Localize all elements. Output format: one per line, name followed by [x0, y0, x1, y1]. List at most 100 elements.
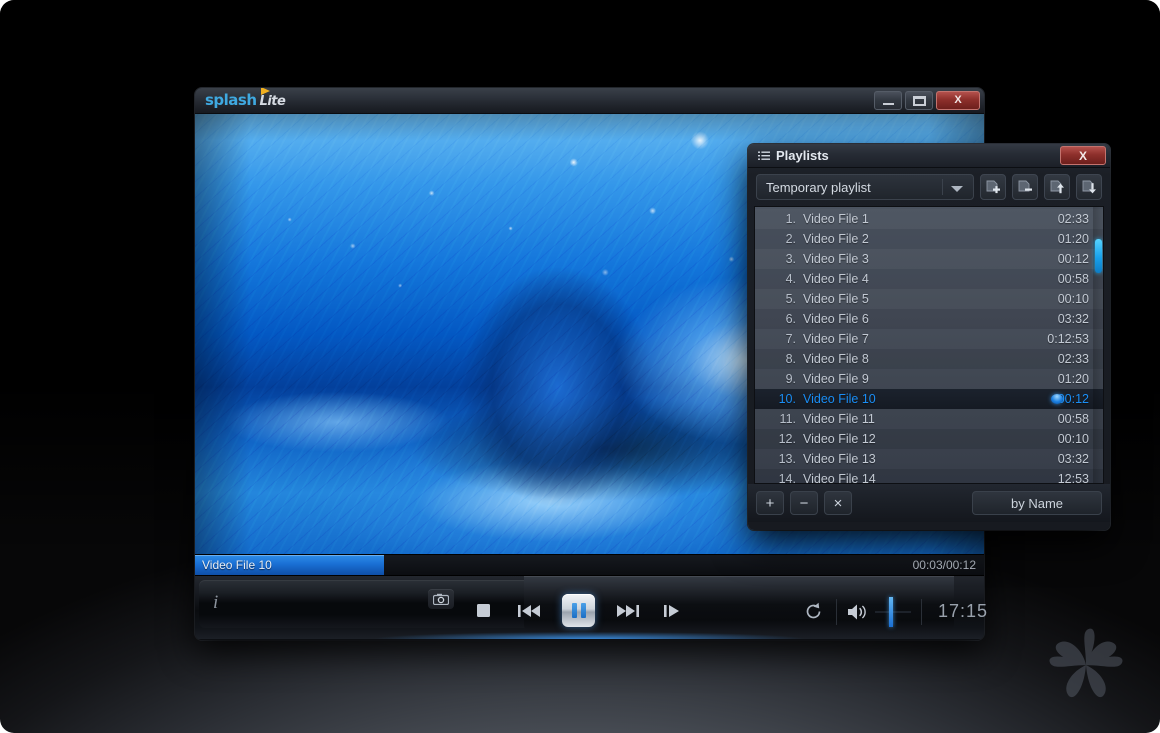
table-row[interactable]: 1. Video File 1 02:33	[755, 209, 1103, 229]
new-playlist-button[interactable]	[980, 174, 1006, 200]
table-row[interactable]: 9. Video File 9 01:20	[755, 369, 1103, 389]
pause-bar-left	[571, 603, 577, 618]
add-item-button[interactable]: +	[756, 491, 784, 515]
table-row[interactable]: 13. Video File 13 03:32	[755, 449, 1103, 469]
next-icon	[617, 604, 639, 617]
row-index: 13.	[778, 452, 796, 466]
table-row[interactable]: 11. Video File 11 00:58	[755, 409, 1103, 429]
info-button[interactable]: i	[213, 592, 218, 614]
player-titlebar[interactable]: splash Lite X	[195, 88, 984, 114]
splash-logo: splash Lite	[205, 88, 286, 109]
table-row[interactable]: 5. Video File 5 00:10	[755, 289, 1103, 309]
previous-icon	[518, 604, 540, 617]
stop-icon	[476, 604, 490, 617]
table-row[interactable]: 4. Video File 4 00:58	[755, 269, 1103, 289]
row-index: 12.	[778, 432, 796, 446]
clear-list-button[interactable]: ×	[824, 491, 852, 515]
logo-edition: Lite	[259, 94, 286, 109]
row-index: 10.	[778, 392, 796, 406]
row-index: 3.	[785, 252, 796, 266]
row-title: Video File 14	[803, 472, 876, 484]
table-row[interactable]: 6. Video File 6 03:32	[755, 309, 1103, 329]
logo-brand: splash	[205, 91, 257, 109]
close-button[interactable]: X	[936, 91, 980, 110]
playlist-select[interactable]: Temporary playlist	[756, 174, 974, 200]
page-minus-icon	[1018, 180, 1032, 191]
row-index: 7.	[785, 332, 796, 346]
playlist-scrollbar-thumb[interactable]	[1095, 239, 1102, 273]
playlist-rows: 1. Video File 1 02:33 2. Video File 2 01:20 3.…	[755, 209, 1103, 484]
table-row[interactable]: 8. Video File 8 02:33	[755, 349, 1103, 369]
table-row[interactable]: 7. Video File 7 0:12:53	[755, 329, 1103, 349]
repeat-button[interactable]	[800, 599, 826, 625]
divider	[942, 179, 943, 195]
volume-icon	[848, 604, 866, 619]
divider	[921, 598, 922, 625]
frame-step-icon	[664, 604, 679, 617]
row-title: Video File 7	[803, 332, 869, 346]
now-playing-title: Video File 10	[202, 558, 272, 572]
playlist-scrollbar[interactable]	[1093, 207, 1103, 483]
volume-slider[interactable]	[875, 596, 911, 627]
row-title: Video File 10	[803, 392, 876, 406]
minimize-button[interactable]	[874, 91, 902, 110]
stop-button[interactable]	[470, 598, 496, 624]
playlists-list-icon	[758, 151, 770, 162]
now-playing-indicator-icon	[1051, 394, 1063, 404]
snapshot-button[interactable]	[428, 589, 454, 609]
transport-controls	[470, 594, 687, 627]
row-title: Video File 11	[803, 412, 875, 426]
row-title: Video File 1	[803, 212, 869, 226]
playlists-title: Playlists	[776, 148, 829, 163]
time-display: 00:03/00:12	[912, 558, 976, 572]
page-plus-icon	[986, 180, 1000, 193]
table-row[interactable]: 14. Video File 14 12:53	[755, 469, 1103, 484]
load-playlist-button[interactable]	[1044, 174, 1070, 200]
table-row[interactable]: 2. Video File 2 01:20	[755, 229, 1103, 249]
save-playlist-button[interactable]	[1076, 174, 1102, 200]
playlists-footer: + − × by Name	[748, 484, 1110, 522]
maximize-button[interactable]	[905, 91, 933, 110]
row-title: Video File 13	[803, 452, 876, 466]
divider	[836, 598, 837, 625]
row-index: 6.	[785, 312, 796, 326]
playlists-window: Playlists X Temporary playlist 1. Video …	[748, 144, 1110, 530]
delete-playlist-button[interactable]	[1012, 174, 1038, 200]
table-row[interactable]: 10. Video File 10 00:12	[755, 389, 1103, 409]
playlist-list[interactable]: 1. Video File 1 02:33 2. Video File 2 01:20 3.…	[754, 206, 1104, 484]
maximize-icon	[912, 95, 926, 106]
row-title: Video File 5	[803, 292, 869, 306]
row-index: 2.	[785, 232, 796, 246]
page-down-icon	[1082, 180, 1096, 193]
playlists-close-button[interactable]: X	[1060, 146, 1106, 165]
page-up-icon	[1050, 180, 1064, 193]
play-triangle-icon	[261, 88, 270, 95]
previous-button[interactable]	[516, 598, 542, 624]
row-index: 5.	[785, 292, 796, 306]
repeat-icon	[806, 602, 820, 619]
seek-bar[interactable]: Video File 10 00:03/00:12	[195, 554, 984, 576]
row-index: 14.	[778, 472, 796, 484]
row-title: Video File 3	[803, 252, 869, 266]
frame-step-button[interactable]	[661, 598, 687, 624]
volume-thumb[interactable]	[889, 596, 893, 627]
row-index: 4.	[785, 272, 796, 286]
pause-button[interactable]	[562, 594, 595, 627]
table-row[interactable]: 3. Video File 3 00:12	[755, 249, 1103, 269]
remove-item-button[interactable]: −	[790, 491, 818, 515]
camera-icon	[433, 593, 449, 605]
next-button[interactable]	[615, 598, 641, 624]
playlists-toolbar: Temporary playlist	[748, 168, 1110, 206]
row-title: Video File 2	[803, 232, 869, 246]
window-buttons: X	[874, 91, 980, 110]
list-icon	[758, 151, 770, 160]
clock-display: 17:15	[938, 601, 989, 621]
pause-bar-right	[580, 603, 586, 618]
sort-by-name-button[interactable]: by Name	[972, 491, 1102, 515]
row-index: 11.	[779, 412, 796, 426]
table-row[interactable]: 12. Video File 12 00:10	[755, 429, 1103, 449]
row-index: 8.	[785, 352, 796, 366]
playlists-titlebar[interactable]: Playlists X	[748, 144, 1110, 168]
row-index: 9.	[785, 372, 796, 386]
volume-control[interactable]	[847, 596, 911, 627]
